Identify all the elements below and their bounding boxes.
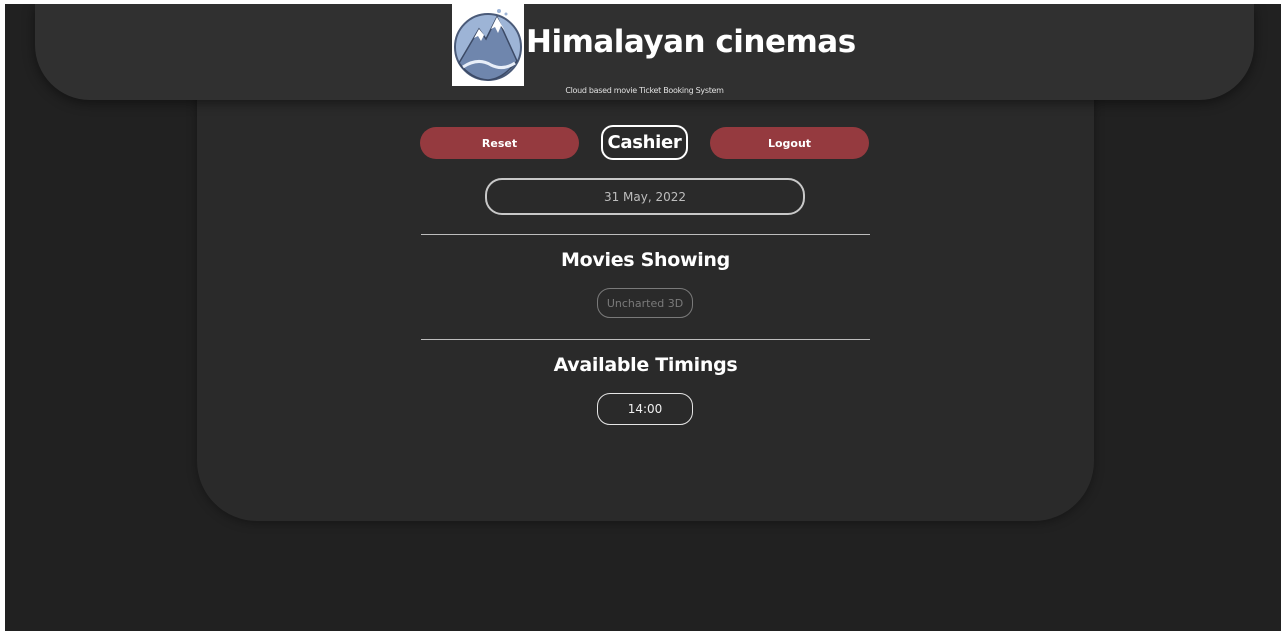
reset-button[interactable]: Reset [420,127,579,159]
app-frame: Himalayan cinemas Cloud based movie Tick… [5,4,1281,631]
app-subtitle: Cloud based movie Ticket Booking System [565,86,724,95]
timings-heading: Available Timings [553,354,738,376]
timing-chip[interactable]: 14:00 [597,393,693,425]
movie-chip[interactable]: Uncharted 3D [597,288,693,318]
date-picker-field[interactable]: 31 May, 2022 [485,178,805,215]
mountain-logo-icon [452,4,524,86]
divider [421,339,870,340]
app-title: Himalayan cinemas [526,24,856,60]
divider [421,234,870,235]
role-badge: Cashier [601,125,688,160]
movies-heading: Movies Showing [561,249,730,271]
logout-button[interactable]: Logout [710,127,869,159]
